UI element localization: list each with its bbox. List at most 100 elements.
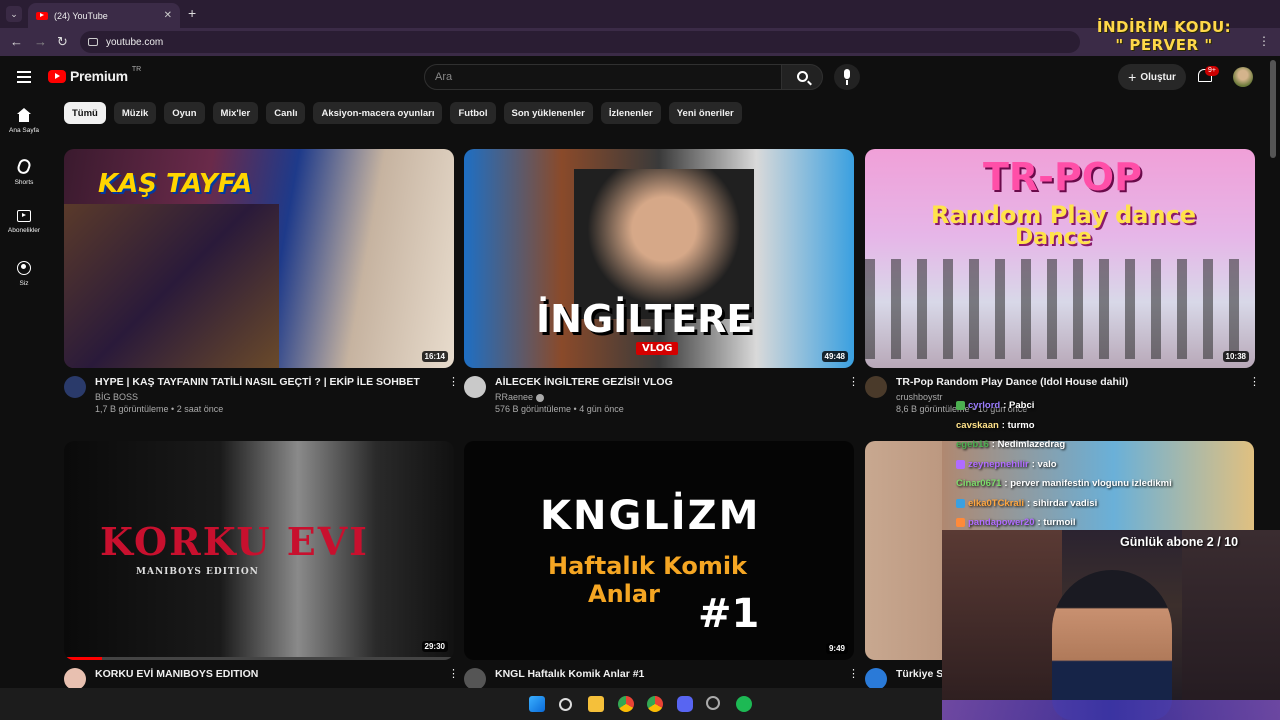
more-options-icon[interactable]: ⋮ bbox=[848, 376, 859, 414]
chip-gaming[interactable]: Oyun bbox=[164, 102, 205, 124]
youtube-header: Premium TR Ara + Oluştur 9+ bbox=[0, 56, 1280, 100]
chip-new-to-you[interactable]: Yeni öneriler bbox=[668, 102, 742, 124]
more-options-icon[interactable]: ⋮ bbox=[1249, 376, 1260, 414]
obs-icon[interactable] bbox=[706, 696, 720, 710]
video-card[interactable]: İNGİLTERE VLOG 49:48 AİLECEK İNGİLTERE G… bbox=[464, 149, 859, 414]
chip-all[interactable]: Tümü bbox=[64, 102, 106, 124]
video-card[interactable]: KORKU EVI MANIBOYS EDITION 29:30 KORKU E… bbox=[64, 441, 459, 690]
sidebar-item-subscriptions[interactable]: Abonelikler bbox=[0, 202, 48, 253]
video-card[interactable]: KNGLİZM Haftalık Komik Anlar #1 9:49 KNG… bbox=[464, 441, 859, 690]
chat-message: zeynepnehilir: valo bbox=[956, 455, 1196, 475]
mini-sidebar: Ana Sayfa Shorts Abonelikler Siz bbox=[0, 100, 48, 304]
thumbnail-text: KAŞ TAYFA bbox=[98, 169, 253, 199]
chrome-icon[interactable] bbox=[618, 696, 634, 712]
promo-line-2: " PERVER " bbox=[1115, 36, 1213, 54]
sidebar-item-label: Abonelikler bbox=[7, 227, 41, 234]
channel-name-text: RRaenee bbox=[495, 392, 534, 402]
page-scrollbar[interactable] bbox=[1270, 60, 1276, 158]
promo-line-1: İNDİRİM KODU: bbox=[1096, 18, 1232, 36]
video-title[interactable]: KORKU EVİ MANIBOYS EDITION bbox=[95, 668, 439, 680]
chat-text: : perver manifestin vlogunu izledikmi bbox=[1004, 478, 1172, 489]
chat-message: cyrlord: Pabci bbox=[956, 396, 1196, 416]
video-thumbnail[interactable] bbox=[865, 441, 942, 660]
channel-avatar[interactable] bbox=[865, 376, 887, 398]
chip-live[interactable]: Canlı bbox=[266, 102, 306, 124]
video-title[interactable]: HYPE | KAŞ TAYFANIN TATİLİ NASIL GEÇTİ ?… bbox=[95, 376, 439, 388]
video-thumbnail[interactable]: İNGİLTERE VLOG 49:48 bbox=[464, 149, 854, 368]
chip-football[interactable]: Futbol bbox=[450, 102, 496, 124]
channel-avatar[interactable] bbox=[464, 376, 486, 398]
more-options-icon[interactable]: ⋮ bbox=[848, 668, 859, 690]
subscriber-goal: Günlük abone 2 / 10 bbox=[1120, 535, 1239, 549]
search-button[interactable] bbox=[781, 64, 823, 90]
spotify-icon[interactable] bbox=[736, 696, 752, 712]
search-input[interactable]: Ara bbox=[424, 64, 782, 90]
url-text: youtube.com bbox=[106, 36, 164, 48]
more-options-icon[interactable]: ⋮ bbox=[448, 668, 459, 690]
you-icon bbox=[17, 261, 31, 275]
address-bar[interactable]: youtube.com bbox=[80, 31, 1080, 53]
sidebar-item-you[interactable]: Siz bbox=[0, 253, 48, 304]
video-thumbnail[interactable]: KORKU EVI MANIBOYS EDITION 29:30 bbox=[64, 441, 454, 660]
chrome-profile-icon[interactable] bbox=[647, 696, 663, 712]
video-thumbnail[interactable]: TR-POP Random Play dance Dance 10:38 bbox=[865, 149, 1255, 368]
video-title[interactable]: TR-Pop Random Play Dance (Idol House dah… bbox=[896, 376, 1240, 388]
search-taskbar-icon[interactable] bbox=[559, 698, 572, 711]
channel-avatar[interactable] bbox=[464, 668, 486, 690]
chat-badge-icon bbox=[956, 459, 965, 469]
account-avatar[interactable] bbox=[1233, 67, 1253, 87]
chat-message: Cinar0671: perver manifestin vlogunu izl… bbox=[956, 474, 1196, 494]
create-button[interactable]: + Oluştur bbox=[1118, 64, 1186, 90]
webcam-overlay bbox=[942, 530, 1280, 720]
chat-user: cavskaan bbox=[956, 419, 999, 431]
sidebar-item-shorts[interactable]: Shorts bbox=[0, 151, 48, 202]
video-duration: 9:49 bbox=[825, 643, 848, 654]
chip-watched[interactable]: İzlenenler bbox=[600, 102, 661, 124]
video-thumbnail[interactable]: KNGLİZM Haftalık Komik Anlar #1 9:49 bbox=[464, 441, 854, 660]
reload-button[interactable]: ↻ bbox=[57, 34, 68, 50]
back-button[interactable]: ← bbox=[10, 34, 23, 49]
start-icon[interactable] bbox=[529, 696, 545, 712]
browser-menu-button[interactable]: ⋮ bbox=[1258, 34, 1270, 48]
menu-icon[interactable] bbox=[17, 71, 31, 83]
video-title[interactable]: KNGL Haftalık Komik Anlar #1 bbox=[495, 668, 839, 680]
verified-icon bbox=[536, 393, 545, 402]
video-thumbnail[interactable]: KAŞ TAYFA 16:14 bbox=[64, 149, 454, 368]
file-explorer-icon[interactable] bbox=[588, 696, 604, 712]
channel-name[interactable]: RRaenee bbox=[495, 392, 839, 402]
channel-name[interactable]: BİG BOSS bbox=[95, 392, 439, 402]
forward-button[interactable]: → bbox=[34, 34, 47, 49]
voice-search-icon[interactable] bbox=[834, 64, 860, 90]
more-options-icon[interactable]: ⋮ bbox=[448, 376, 459, 414]
tab-close-icon[interactable]: ✕ bbox=[164, 10, 172, 21]
site-info-icon[interactable] bbox=[88, 38, 98, 46]
channel-avatar[interactable] bbox=[64, 668, 86, 690]
chip-recently-uploaded[interactable]: Son yüklenenler bbox=[503, 102, 593, 124]
tab-list-button[interactable]: ⌄ bbox=[6, 6, 22, 22]
channel-avatar[interactable] bbox=[64, 376, 86, 398]
video-card[interactable]: KAŞ TAYFA 16:14 HYPE | KAŞ TAYFANIN TATİ… bbox=[64, 149, 459, 414]
chip-action-adventure[interactable]: Aksiyon-macera oyunları bbox=[313, 102, 443, 124]
thumbnail-text-line-1: TR-POP bbox=[983, 155, 1142, 199]
chat-message: cavskaan: turmo bbox=[956, 416, 1196, 436]
video-card[interactable]: TR-POP Random Play dance Dance 10:38 TR-… bbox=[865, 149, 1260, 414]
new-tab-button[interactable]: + bbox=[188, 5, 196, 21]
video-card[interactable]: Türkiye S bbox=[865, 441, 942, 690]
windows-taskbar bbox=[0, 688, 942, 720]
video-stats: 576 B görüntüleme • 4 gün önce bbox=[495, 404, 624, 414]
stream-chat-overlay: cyrlord: Pabci cavskaan: turmo egeb16: N… bbox=[956, 396, 1196, 533]
thumbnail-text-line-3: Anlar bbox=[588, 580, 660, 608]
chip-mixes[interactable]: Mix'ler bbox=[212, 102, 259, 124]
video-title[interactable]: AİLECEK İNGİLTERE GEZİSİ! VLOG bbox=[495, 376, 839, 388]
youtube-logo[interactable]: Premium TR bbox=[48, 66, 141, 84]
channel-avatar[interactable] bbox=[865, 668, 887, 690]
chat-user: elka0TCkrali bbox=[968, 497, 1024, 509]
home-icon bbox=[17, 108, 31, 122]
video-title[interactable]: Türkiye S bbox=[896, 668, 942, 680]
tab-youtube[interactable]: (24) YouTube ✕ bbox=[28, 3, 180, 28]
sidebar-item-home[interactable]: Ana Sayfa bbox=[0, 100, 48, 151]
chat-text: : turmo bbox=[1001, 419, 1035, 431]
sidebar-item-label: Ana Sayfa bbox=[9, 127, 39, 134]
discord-icon[interactable] bbox=[677, 696, 693, 712]
chip-music[interactable]: Müzik bbox=[113, 102, 157, 124]
